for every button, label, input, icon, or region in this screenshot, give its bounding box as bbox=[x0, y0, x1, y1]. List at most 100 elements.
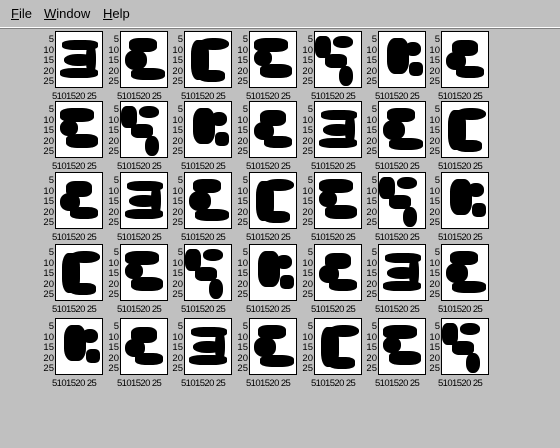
y-tick-label: 25 bbox=[108, 217, 119, 228]
y-tick-label: 20 bbox=[302, 65, 313, 77]
image-axes bbox=[120, 101, 168, 158]
image-pixel-region bbox=[215, 132, 229, 146]
image-pixel-region bbox=[383, 120, 405, 140]
y-tick-label: 20 bbox=[366, 135, 377, 147]
y-tick-label: 10 bbox=[43, 185, 54, 197]
y-tick-label: 5 bbox=[113, 321, 119, 332]
y-tick-label: 5 bbox=[242, 104, 248, 115]
image-pixel-region bbox=[86, 349, 100, 363]
image-axes bbox=[441, 172, 489, 229]
y-tick-label: 10 bbox=[237, 44, 248, 56]
y-tick-label: 25 bbox=[237, 146, 248, 157]
image-axes bbox=[184, 172, 232, 229]
x-tick-labels: 5101520 25 bbox=[375, 161, 420, 172]
y-tick-label: 15 bbox=[172, 55, 183, 66]
image-pixel-region bbox=[405, 42, 421, 56]
y-tick-label: 25 bbox=[43, 76, 54, 87]
y-tick-label: 15 bbox=[108, 196, 119, 207]
y-tick-label: 20 bbox=[237, 135, 248, 147]
image-pixel-region bbox=[254, 337, 276, 357]
subplot-image: 5 10 15 20 25 5101520 25 bbox=[167, 244, 235, 319]
y-tick-label: 5 bbox=[48, 175, 54, 186]
y-tick-label: 15 bbox=[429, 125, 440, 136]
y-tick-label: 25 bbox=[366, 217, 377, 228]
y-tick-label: 20 bbox=[237, 352, 248, 364]
x-tick-labels: 5101520 25 bbox=[311, 232, 356, 243]
y-tick-label: 5 bbox=[242, 175, 248, 186]
y-tick-label: 20 bbox=[302, 135, 313, 147]
subplot-image: 5 10 15 20 25 5101520 25 bbox=[167, 31, 235, 106]
x-tick-labels: 5101520 25 bbox=[117, 91, 162, 102]
x-tick-labels: 5101520 25 bbox=[311, 378, 356, 389]
menu-file[interactable]: File bbox=[11, 6, 32, 21]
subplot-image: 5 10 15 20 25 5101520 25 bbox=[424, 318, 492, 393]
image-axes bbox=[314, 31, 362, 88]
y-tick-label: 20 bbox=[366, 206, 377, 218]
image-axes bbox=[441, 31, 489, 88]
subplot-image: 5 10 15 20 25 5101520 25 bbox=[361, 244, 429, 319]
y-tick-label: 15 bbox=[302, 125, 313, 136]
menu-bar: File Window Help bbox=[0, 0, 560, 29]
image-axes bbox=[120, 31, 168, 88]
x-tick-labels: 5101520 25 bbox=[311, 161, 356, 172]
y-tick-label: 25 bbox=[43, 363, 54, 374]
image-pixel-region bbox=[131, 68, 165, 80]
image-pixel-region bbox=[264, 179, 294, 191]
y-tick-label: 10 bbox=[429, 331, 440, 343]
subplot-image: 5 10 15 20 25 5101520 25 bbox=[103, 31, 171, 106]
y-tick-label: 5 bbox=[307, 247, 313, 258]
subplot-image: 5 10 15 20 25 5101520 25 bbox=[297, 31, 365, 106]
x-tick-labels: 5101520 25 bbox=[438, 304, 483, 315]
y-tick-label: 15 bbox=[366, 196, 377, 207]
y-tick-label: 20 bbox=[366, 65, 377, 77]
y-tick-label: 25 bbox=[366, 76, 377, 87]
y-tick-label: 25 bbox=[366, 146, 377, 157]
y-tick-label: 20 bbox=[237, 206, 248, 218]
subplot-image: 5 10 15 20 25 5101520 25 bbox=[232, 101, 300, 176]
y-tick-label: 5 bbox=[113, 247, 119, 258]
y-tick-label: 20 bbox=[429, 65, 440, 77]
x-tick-labels: 5101520 25 bbox=[246, 232, 291, 243]
y-tick-label: 5 bbox=[371, 104, 377, 115]
y-tick-label: 20 bbox=[172, 278, 183, 290]
menu-help[interactable]: Help bbox=[103, 6, 130, 21]
menu-window[interactable]: Window bbox=[44, 6, 90, 21]
y-tick-label: 20 bbox=[429, 278, 440, 290]
image-pixel-region bbox=[333, 36, 353, 48]
image-axes bbox=[249, 318, 297, 375]
y-tick-label: 20 bbox=[108, 278, 119, 290]
subplot-image: 5 10 15 20 25 5101520 25 bbox=[232, 172, 300, 247]
image-axes bbox=[184, 31, 232, 88]
y-tick-label: 20 bbox=[429, 206, 440, 218]
y-tick-label: 25 bbox=[108, 363, 119, 374]
y-tick-label: 20 bbox=[172, 352, 183, 364]
subplot-image: 5 10 15 20 25 5101520 25 bbox=[103, 318, 171, 393]
image-axes bbox=[55, 101, 103, 158]
subplot-image: 5 10 15 20 25 5101520 25 bbox=[361, 318, 429, 393]
y-tick-label: 25 bbox=[237, 289, 248, 300]
y-tick-label: 5 bbox=[371, 321, 377, 332]
y-tick-label: 5 bbox=[242, 34, 248, 45]
y-tick-label: 10 bbox=[429, 114, 440, 126]
figure-canvas: 5 10 15 20 25 5101520 25 5 10 15 20 25 5101520 25 5 1… bbox=[0, 29, 560, 448]
y-tick-label: 20 bbox=[237, 278, 248, 290]
subplot-image: 5 10 15 20 25 5101520 25 bbox=[297, 172, 365, 247]
y-tick-label: 5 bbox=[177, 104, 183, 115]
y-tick-label: 20 bbox=[366, 278, 377, 290]
image-pixel-region bbox=[151, 183, 161, 217]
image-axes bbox=[378, 318, 426, 375]
y-tick-label: 5 bbox=[434, 175, 440, 186]
image-pixel-region bbox=[70, 283, 96, 295]
y-tick-label: 20 bbox=[302, 206, 313, 218]
subplot-image: 5 10 15 20 25 5101520 25 bbox=[297, 318, 365, 393]
image-axes bbox=[378, 244, 426, 301]
y-tick-label: 10 bbox=[108, 44, 119, 56]
y-tick-label: 15 bbox=[172, 342, 183, 353]
subplot-image: 5 10 15 20 25 5101520 25 bbox=[424, 31, 492, 106]
subplot-image: 5 10 15 20 25 5101520 25 bbox=[297, 101, 365, 176]
y-tick-label: 20 bbox=[43, 65, 54, 77]
image-pixel-region bbox=[403, 207, 417, 227]
y-tick-label: 25 bbox=[302, 146, 313, 157]
image-pixel-region bbox=[276, 255, 292, 269]
image-pixel-region bbox=[339, 66, 353, 86]
